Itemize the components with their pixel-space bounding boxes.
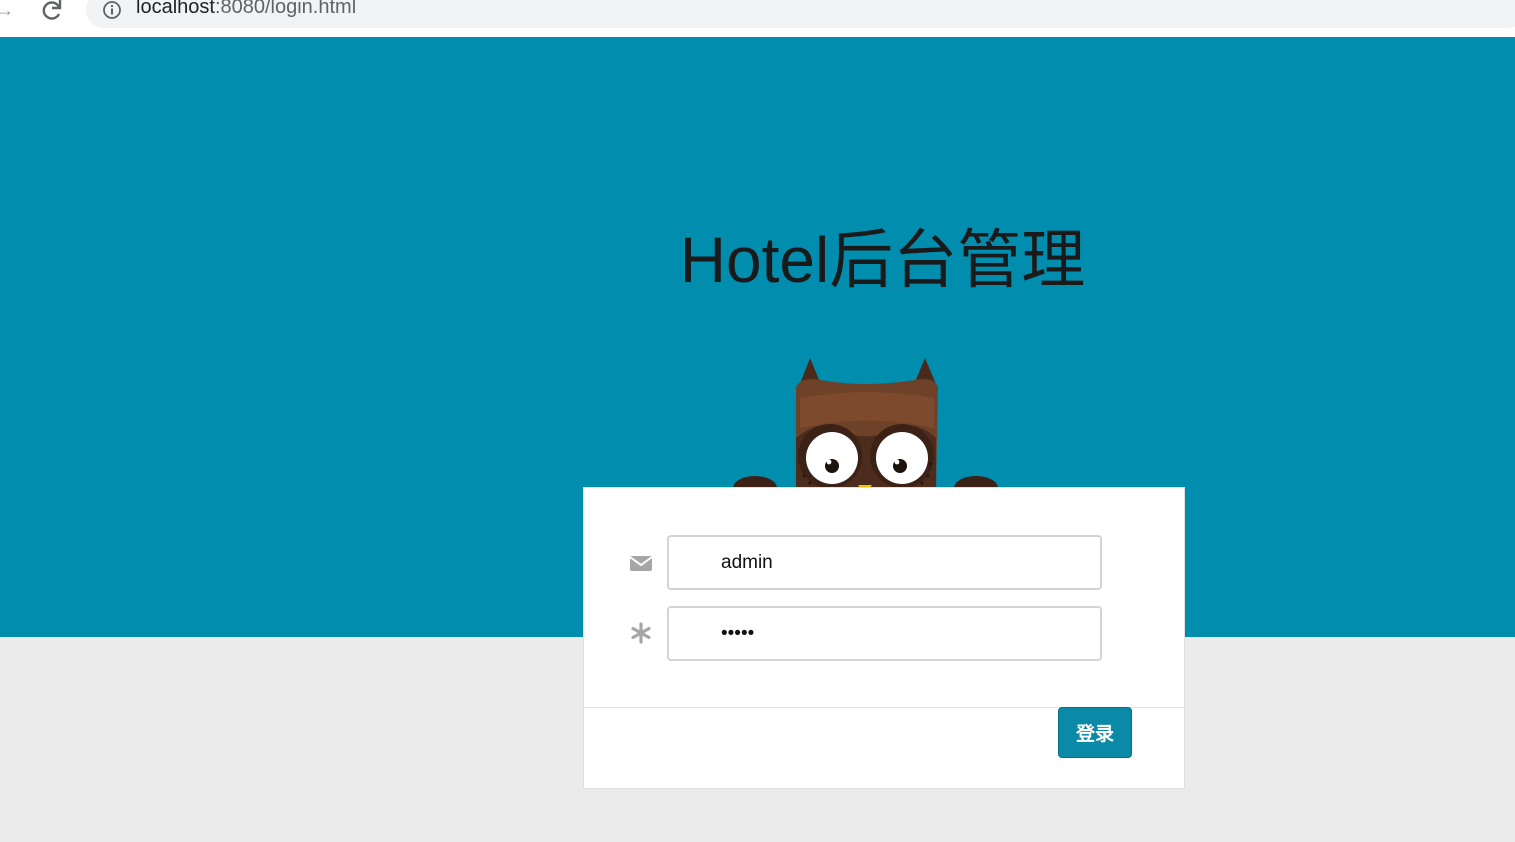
forward-arrow-icon[interactable]: → [0, 0, 16, 22]
envelope-icon [629, 556, 653, 571]
password-input[interactable] [667, 606, 1102, 661]
page-title: Hotel后台管理 [679, 224, 1086, 296]
browser-toolbar: → localhost:8080/login.html [0, 0, 1515, 37]
login-card: 登录 [583, 487, 1185, 789]
asterisk-icon [631, 622, 651, 644]
url-path: :8080/login.html [214, 0, 357, 18]
reload-icon[interactable] [38, 0, 66, 24]
login-button[interactable]: 登录 [1058, 707, 1132, 758]
address-bar-url: localhost:8080/login.html [136, 0, 356, 19]
site-info-icon[interactable] [102, 0, 122, 20]
owl-mascot-image [733, 358, 998, 500]
url-host: localhost [136, 0, 215, 18]
username-input[interactable] [667, 535, 1102, 590]
